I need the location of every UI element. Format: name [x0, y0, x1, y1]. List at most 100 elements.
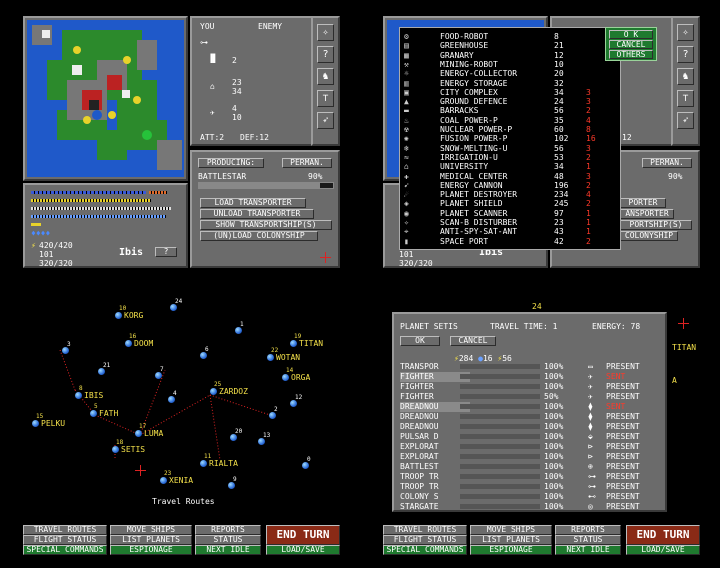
q2-others-button[interactable]: OTHERS [609, 50, 653, 59]
ship-row[interactable]: DREADNOU 100% ⧫ SENT [400, 402, 662, 412]
planet-icon[interactable] [135, 430, 142, 437]
robot-icon[interactable]: ♞ [677, 68, 694, 85]
planet-name[interactable]: SETIS [121, 445, 145, 454]
flight-status-button-2[interactable]: FLIGHT STATUS [383, 535, 467, 545]
list-planets-button[interactable]: LIST PLANETS [110, 535, 192, 545]
build-item[interactable]: ▣ CITY COMPLEX 34 3 [404, 88, 604, 97]
special-commands-button[interactable]: SPECIAL COMMANDS [23, 545, 107, 555]
ship-row[interactable]: EXPLORAT 100% ⊳ PRESENT [400, 442, 662, 452]
reports-button-2[interactable]: REPORTS [555, 525, 621, 535]
ship-icon[interactable]: ➶ [317, 112, 334, 129]
build-item[interactable]: ▤ GREENHOUSE 21 [404, 41, 604, 50]
espionage-button[interactable]: ESPIONAGE [110, 545, 192, 555]
ship-row[interactable]: FIGHTER 50% ✈ PRESENT [400, 392, 662, 402]
build-item[interactable]: ☼ ENERGY-COLLECTOR 20 [404, 69, 604, 78]
load-save-button[interactable]: LOAD/SAVE [266, 545, 340, 555]
build-item[interactable]: ⚙ FOOD-ROBOT 8 [404, 32, 604, 41]
ship-row[interactable]: DREADNOU 100% ⧫ PRESENT [400, 422, 662, 432]
build-item[interactable]: ♨ COAL POWER-P 35 4 [404, 116, 604, 125]
build-item[interactable]: ▬ BARRACKS 56 2 [404, 106, 604, 115]
build-item[interactable]: ⚒ MINING-ROBOT 10 [404, 60, 604, 69]
robot-icon[interactable]: ♞ [317, 68, 334, 85]
planet-icon[interactable] [210, 388, 217, 395]
ship-row[interactable]: PULSAR D 100% ⬙ PRESENT [400, 432, 662, 442]
ship-row[interactable]: TRANSPOR 100% ▭ PRESENT [400, 362, 662, 372]
build-item[interactable]: ◉ PLANET SCANNER 97 1 [404, 209, 604, 218]
build-item[interactable]: ❄ SNOW-MELTING-U 56 3 [404, 144, 604, 153]
planet-icon[interactable] [125, 340, 132, 347]
tower-icon[interactable]: ⊤ [317, 90, 334, 107]
build-item[interactable]: ▮ SPACE PORT 42 2 [404, 237, 604, 246]
q3-starmap[interactable]: 10 KORG 16 DOOM 19 TITAN 22 WOTAN 14 ORGA 25 ZARDOZ… [20, 290, 340, 520]
q1-help-button[interactable]: ? [155, 247, 177, 257]
planet-icon[interactable] [160, 477, 167, 484]
ship-row[interactable]: COLONY S 100% ⊷ PRESENT [400, 492, 662, 502]
q2-cancel-button[interactable]: CANCEL [609, 40, 653, 49]
q1-perman-button[interactable]: PERMAN. [282, 158, 332, 168]
build-item[interactable]: ⌂ UNIVERSITY 34 1 [404, 162, 604, 171]
end-turn-button[interactable]: END TURN [266, 525, 340, 545]
build-item[interactable]: ➹ ENERGY CANNON 196 2 [404, 181, 604, 190]
help-icon[interactable]: ? [317, 46, 334, 63]
q1-planet-surface-map[interactable] [27, 20, 184, 177]
q2-action-4[interactable]: COLONYSHIP [620, 231, 678, 241]
tower-icon[interactable]: ⊤ [677, 90, 694, 107]
ship-row[interactable]: STARGATE 100% ◎ PRESENT [400, 502, 662, 512]
planet-name[interactable]: PELKU [41, 419, 65, 428]
planet-icon[interactable] [112, 446, 119, 453]
sparkle-icon[interactable]: ✧ [317, 24, 334, 41]
planet-icon[interactable] [90, 410, 97, 417]
planet-name[interactable]: LUMA [144, 429, 163, 438]
list-planets-button-2[interactable]: LIST PLANETS [470, 535, 552, 545]
planet-name[interactable]: RIALTA [209, 459, 238, 468]
planet-icon[interactable] [282, 374, 289, 381]
next-idle-button[interactable]: NEXT IDLE [195, 545, 261, 555]
q1-producing-button[interactable]: PRODUCING: [198, 158, 264, 168]
planet-name[interactable]: TITAN [299, 339, 323, 348]
help-icon[interactable]: ? [677, 46, 694, 63]
q1-load-transporter-button[interactable]: LOAD TRANSPORTER [200, 198, 306, 208]
q4-cancel-button[interactable]: CANCEL [450, 336, 496, 346]
ship-row[interactable]: EXPLORAT 100% ⊳ PRESENT [400, 452, 662, 462]
build-item[interactable]: ✚ MEDICAL CENTER 48 3 [404, 172, 604, 181]
q2-action-1[interactable]: PORTER [620, 198, 666, 208]
q2-ok-button[interactable]: O K [609, 30, 653, 39]
reports-button[interactable]: REPORTS [195, 525, 261, 535]
planet-name[interactable]: WOTAN [276, 353, 300, 362]
build-item[interactable]: ☄ PLANET DESTROYER 234 4 [404, 190, 604, 199]
q2-action-3[interactable]: PORTSHIP(S) [620, 220, 692, 230]
build-item[interactable]: ☢ NUCLEAR POWER-P 60 8 [404, 125, 604, 134]
planet-name[interactable]: ZARDOZ [219, 387, 248, 396]
ship-row[interactable]: DREADNOU 100% ⧫ PRESENT [400, 412, 662, 422]
planet-icon[interactable] [267, 354, 274, 361]
planet-icon[interactable] [32, 420, 39, 427]
ship-row[interactable]: TROOP TR 100% ⊶ PRESENT [400, 482, 662, 492]
planet-name[interactable]: ORGA [291, 373, 310, 382]
build-item[interactable]: ✧ SCAN-B DISTURBER 23 1 [404, 218, 604, 227]
planet-icon[interactable] [115, 312, 122, 319]
travel-routes-button[interactable]: TRAVEL ROUTES [23, 525, 107, 535]
flight-status-button[interactable]: FLIGHT STATUS [23, 535, 107, 545]
planet-icon[interactable] [290, 340, 297, 347]
planet-name[interactable]: IBIS [84, 391, 103, 400]
q1-show-transportships-button[interactable]: SHOW TRANSPORTSHIP(S) [200, 220, 332, 230]
planet-icon[interactable] [75, 392, 82, 399]
build-item[interactable]: ✺ FUSION POWER-P 102 16 [404, 134, 604, 143]
build-item[interactable]: ▦ GRANARY 12 [404, 51, 604, 60]
planet-name[interactable]: KORG [124, 311, 143, 320]
sparkle-icon[interactable]: ✧ [677, 24, 694, 41]
special-commands-button-2[interactable]: SPECIAL COMMANDS [383, 545, 467, 555]
q1-unload-transporter-button[interactable]: UNLOAD TRANSPORTER [200, 209, 314, 219]
build-item[interactable]: ▥ ENERGY STORAGE 32 [404, 79, 604, 88]
planet-name[interactable]: XENIA [169, 476, 193, 485]
status-button-2[interactable]: STATUS [555, 535, 621, 545]
ship-row[interactable]: FIGHTER 100% ✈ PRESENT [400, 382, 662, 392]
build-item[interactable]: ◈ PLANET SHIELD 245 2 [404, 199, 604, 208]
build-item[interactable]: ≈ IRRIGATION-U 53 2 [404, 153, 604, 162]
ship-row[interactable]: TROOP TR 100% ⊶ PRESENT [400, 472, 662, 482]
move-ships-button[interactable]: MOVE SHIPS [110, 525, 192, 535]
move-ships-button-2[interactable]: MOVE SHIPS [470, 525, 552, 535]
planet-name[interactable]: DOOM [134, 339, 153, 348]
q4-ok-button[interactable]: OK [400, 336, 440, 346]
travel-routes-button-2[interactable]: TRAVEL ROUTES [383, 525, 467, 535]
